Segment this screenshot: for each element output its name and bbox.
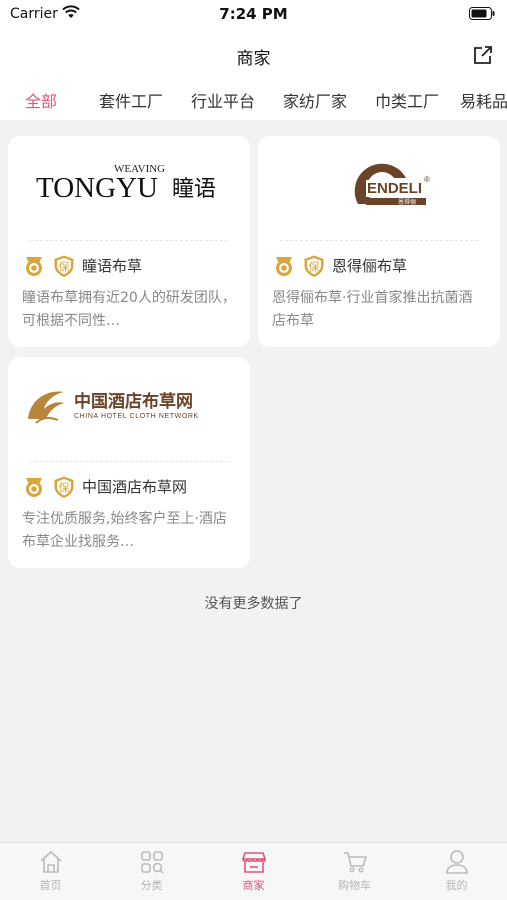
merchant-description: 专注优质服务,始终客户至上·酒店布草企业找服务… <box>22 511 227 550</box>
guarantee-icon: 保 <box>304 255 324 277</box>
tab-all[interactable]: 全部 <box>25 88 57 112</box>
svg-text:ENDELI: ENDELI <box>367 180 422 197</box>
merchant-description: 恩得俪布草·行业首家推出抗菌酒店布草 <box>272 290 473 329</box>
tabbar-label: 首页 <box>39 879 62 892</box>
svg-text:CHINA HOTEL CLOTH NETWORK: CHINA HOTEL CLOTH NETWORK <box>74 413 199 420</box>
tabbar-label: 我的 <box>445 879 468 892</box>
medal-icon <box>276 257 292 276</box>
card-divider <box>280 240 478 241</box>
tab-towel-factory[interactable]: 巾类工厂 <box>375 88 439 112</box>
medal-icon <box>26 257 42 276</box>
merchant-card[interactable]: 中国酒店布草网 CHINA HOTEL CLOTH NETWORK 保 中国酒店… <box>8 357 250 568</box>
tongyu-logo: WEAVING TONGYU 瞳语 <box>36 163 216 204</box>
category-tabs: 全部 套件工厂 行业平台 家纺厂家 巾类工厂 易耗品 <box>0 78 507 120</box>
share-icon[interactable] <box>471 43 495 67</box>
tabbar-label: 分类 <box>140 879 163 892</box>
tabbar-cart[interactable]: 购物车 <box>304 843 405 900</box>
svg-text:TONGYU: TONGYU <box>36 172 158 204</box>
tab-industry-platform[interactable]: 行业平台 <box>191 88 255 112</box>
battery-icon <box>469 7 495 20</box>
tab-home-textile[interactable]: 家纺厂家 <box>283 88 347 112</box>
tabbar-merchants[interactable]: 商家 <box>203 843 304 900</box>
tabbar-label: 购物车 <box>338 879 371 892</box>
merchant-name: 恩得俪布草 <box>332 257 408 275</box>
svg-text:瞳语: 瞳语 <box>172 177 216 202</box>
tabbar-label: 商家 <box>242 879 265 892</box>
tabbar-profile[interactable]: 我的 <box>406 843 507 900</box>
china-hotel-cloth-logo: 中国酒店布草网 CHINA HOTEL CLOTH NETWORK <box>28 391 199 424</box>
merchant-card[interactable]: WEAVING TONGYU 瞳语 保 瞳语布草 瞳语布草拥有近20人的研发团队… <box>8 136 250 347</box>
tab-consumables[interactable]: 易耗品 <box>460 88 507 112</box>
page-title: 商家 <box>236 49 271 69</box>
profile-icon <box>446 850 468 874</box>
tabbar-category[interactable]: 分类 <box>101 843 202 900</box>
category-icon <box>141 851 164 874</box>
card-divider <box>30 240 228 241</box>
merchant-description: 瞳语布草拥有近20人的研发团队，可根据不同性… <box>22 290 236 329</box>
merchant-name: 瞳语布草 <box>82 257 143 275</box>
merchant-name: 中国酒店布草网 <box>82 478 188 496</box>
svg-text:保: 保 <box>59 260 70 274</box>
tabbar-home[interactable]: 首页 <box>0 843 101 900</box>
guarantee-icon: 保 <box>54 476 74 498</box>
svg-text:保: 保 <box>309 260 320 274</box>
merchant-card[interactable]: ENDELI ® 恩得俪 保 恩得俪布草 恩得俪布草·行业首家推出抗菌酒店布草 <box>258 136 500 347</box>
medal-icon <box>26 478 42 497</box>
bottom-tab-bar: 首页 分类 商家 购物车 我的 <box>0 842 507 900</box>
svg-text:保: 保 <box>59 481 70 495</box>
card-divider <box>30 461 228 462</box>
no-more-data-label: 没有更多数据了 <box>204 596 303 612</box>
svg-text:中国酒店布草网: 中国酒店布草网 <box>74 391 193 412</box>
navigation-bar: 商家 <box>0 32 507 78</box>
home-icon <box>40 850 62 873</box>
guarantee-icon: 保 <box>54 255 74 277</box>
clock: 7:24 PM <box>219 5 288 23</box>
tab-bedding-factory[interactable]: 套件工厂 <box>99 88 163 112</box>
store-icon <box>241 852 267 873</box>
cart-icon <box>344 852 368 873</box>
svg-text:®: ® <box>424 175 430 184</box>
svg-text:恩得俪: 恩得俪 <box>398 198 416 206</box>
status-bar: Carrier 7:24 PM <box>0 0 507 32</box>
endeli-logo: ENDELI ® 恩得俪 <box>354 163 430 206</box>
